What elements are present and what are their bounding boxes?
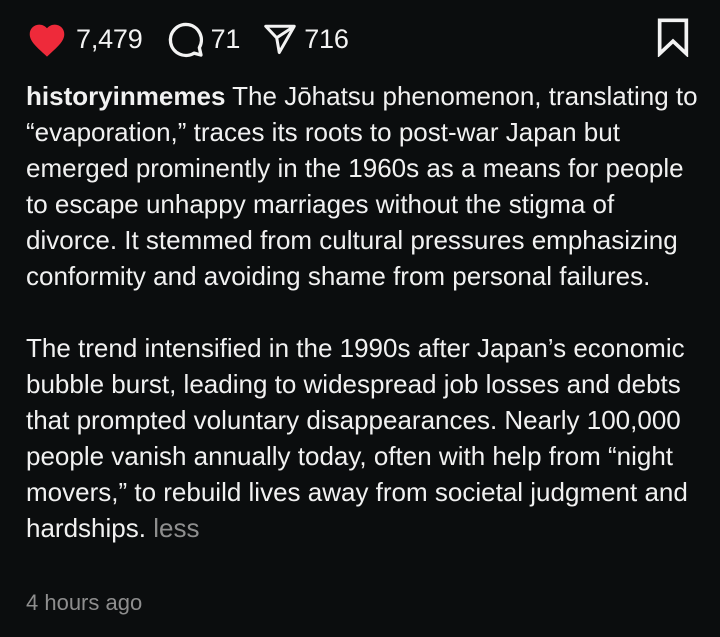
- comment-bubble-icon: [165, 19, 205, 59]
- heart-filled-icon: [26, 20, 68, 58]
- username-link[interactable]: historyinmemes: [26, 81, 225, 111]
- bookmark-icon: [656, 17, 690, 62]
- paper-plane-icon: [262, 21, 298, 57]
- comment-count: 71: [210, 23, 241, 54]
- post-action-bar: 7,479 71 716: [26, 14, 690, 64]
- caption-text-1: The Jōhatsu phenomenon, translating to “…: [26, 81, 698, 291]
- share-count: 716: [304, 23, 349, 54]
- caption-paragraph-1: historyinmemes The Jōhatsu phenomenon, t…: [26, 78, 702, 294]
- share-button[interactable]: 716: [262, 21, 349, 57]
- caption-text-2: The trend intensified in the 1990s after…: [26, 333, 688, 543]
- show-less-link[interactable]: less: [153, 513, 199, 543]
- like-count: 7,479: [76, 23, 143, 54]
- save-button[interactable]: [656, 17, 690, 62]
- post-timestamp: 4 hours ago: [26, 590, 143, 615]
- like-button[interactable]: 7,479: [26, 20, 143, 58]
- comment-button[interactable]: 71: [165, 19, 241, 59]
- post-caption: historyinmemes The Jōhatsu phenomenon, t…: [26, 78, 702, 546]
- caption-paragraph-2: The trend intensified in the 1990s after…: [26, 330, 702, 546]
